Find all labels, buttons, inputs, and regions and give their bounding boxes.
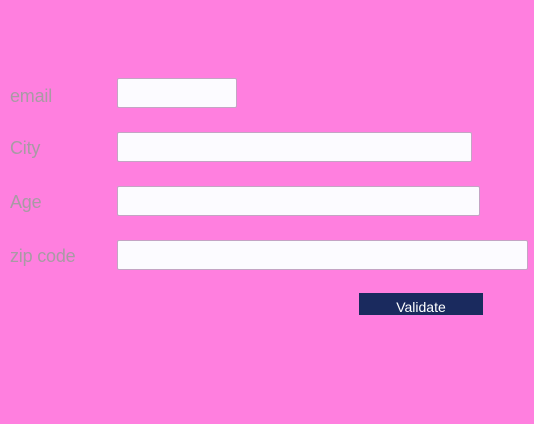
age-field[interactable] xyxy=(117,186,480,216)
email-field[interactable] xyxy=(117,78,237,108)
email-label: email xyxy=(10,86,53,106)
age-label: Age xyxy=(10,192,42,212)
city-label: City xyxy=(10,138,41,158)
validate-button[interactable]: Validate xyxy=(359,293,483,315)
city-field[interactable] xyxy=(117,132,472,162)
zip-code-field[interactable] xyxy=(117,240,528,270)
zip-code-label: zip code xyxy=(10,246,76,266)
